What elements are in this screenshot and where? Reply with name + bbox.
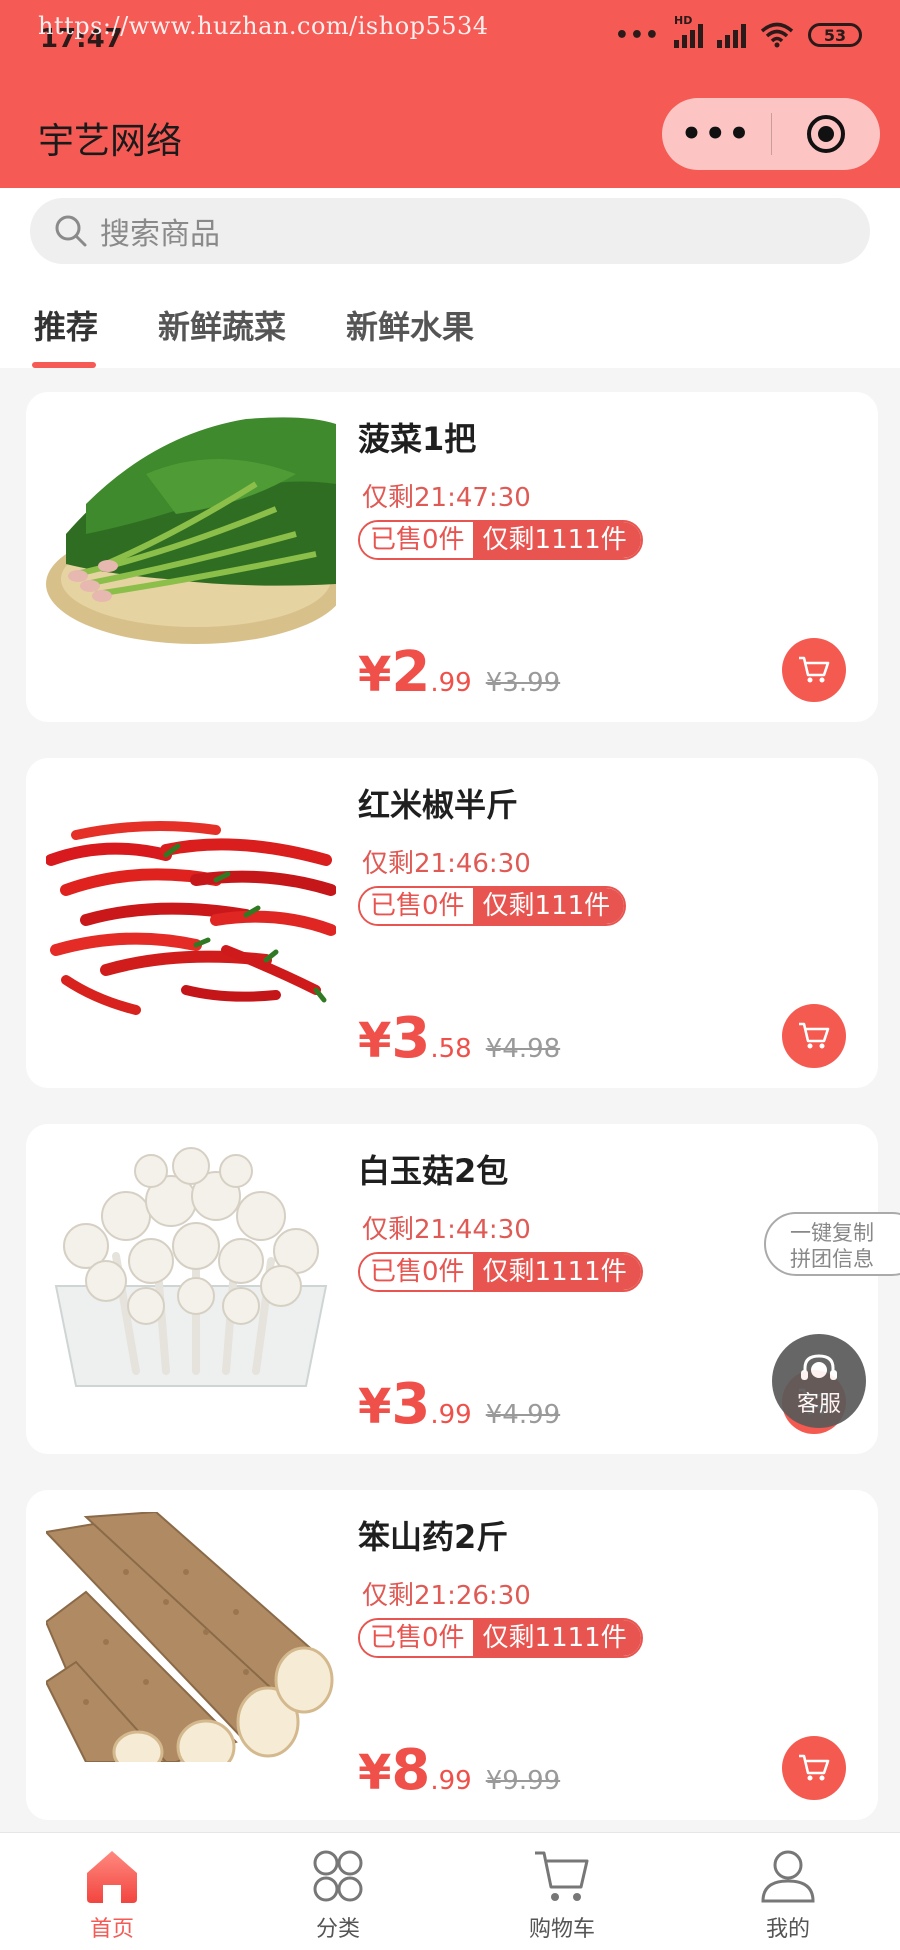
price-decimal: .99 [430,1400,472,1430]
tab-fruits[interactable]: 新鲜水果 [346,302,474,348]
tab-recommend[interactable]: 推荐 [34,302,98,348]
wifi-icon [760,22,794,48]
product-name[interactable]: 红米椒半斤 [358,780,518,826]
price-currency: ¥ [358,1745,392,1801]
product-image-chili[interactable] [46,780,336,1030]
cart-icon [535,1851,589,1901]
original-price: ¥4.98 [485,1034,561,1064]
stock-remaining: 仅剩1111件 [472,1620,641,1656]
nav-category-label: 分类 [315,1917,360,1942]
sold-count: 已售0件 [360,888,473,924]
price: ¥ 8 .99 ¥9.99 [358,1738,560,1803]
home-icon [87,1851,137,1903]
stock-remaining: 仅剩111件 [472,888,625,924]
cart-icon [799,1754,830,1781]
price: ¥ 2 .99 ¥3.99 [358,640,560,705]
product-image-spinach[interactable] [46,414,336,664]
sales-tags: 已售0件 仅剩1111件 [358,520,643,560]
sales-tags: 已售0件 仅剩1111件 [358,1618,643,1658]
service-label: 客服 [796,1392,841,1417]
sold-count: 已售0件 [360,1620,473,1656]
search-icon [55,215,87,247]
sales-tags: 已售0件 仅剩111件 [358,886,627,926]
watermark: https://www.huzhan.com/ishop5534 [38,12,489,40]
price-currency: ¥ [358,647,392,703]
countdown-timer: 仅剩21:26:30 [362,1581,531,1611]
header: 17:47 https://www.huzhan.com/ishop5534 •… [0,0,900,188]
product-image-yam[interactable] [46,1512,336,1762]
close-button[interactable] [772,113,881,155]
search-input[interactable]: 搜索商品 [30,198,870,264]
search-section: 搜索商品 推荐 新鲜蔬菜 新鲜水果 [0,188,900,368]
miniprogram-capsule: ••• [662,98,880,170]
countdown-timer: 仅剩21:47:30 [362,483,531,513]
sold-count: 已售0件 [360,522,473,558]
category-icon [313,1850,363,1902]
product-card[interactable]: 菠菜1把 仅剩21:47:30 已售0件 仅剩1111件 ¥ 2 .99 ¥3.… [26,392,878,722]
product-name[interactable]: 白玉菇2包 [358,1146,508,1192]
more-dots-icon: ••• [614,22,660,48]
product-image-mushroom[interactable] [46,1146,336,1396]
battery-icon: 53 [808,23,862,47]
cart-icon [799,1022,830,1049]
countdown-timer: 仅剩21:46:30 [362,849,531,879]
price-decimal: .99 [430,1766,472,1796]
status-icons: ••• HD 53 [614,14,862,48]
product-card[interactable]: 白玉菇2包 仅剩21:44:30 已售0件 仅剩1111件 ¥ 3 .99 ¥4… [26,1124,878,1454]
headset-icon [801,1354,837,1380]
cart-icon [799,656,830,683]
add-to-cart-button[interactable] [782,638,846,702]
sales-tags: 已售0件 仅剩1111件 [358,1252,643,1292]
network-label: HD [674,14,693,27]
original-price: ¥4.99 [485,1400,561,1430]
copy-group-info-button[interactable]: 一键复制 拼团信息 [764,1212,900,1276]
customer-service-button[interactable]: 客服 [772,1334,866,1428]
search-placeholder: 搜索商品 [100,217,220,252]
original-price: ¥9.99 [485,1766,561,1796]
stock-remaining: 仅剩1111件 [472,1254,641,1290]
copy-line-2: 拼团信息 [790,1247,874,1271]
app-title: 宇艺网络 [38,121,183,162]
product-name[interactable]: 菠菜1把 [358,414,476,460]
original-price: ¥3.99 [485,668,561,698]
nav-home-label: 首页 [89,1917,134,1942]
price-integer: 3 [391,1006,431,1071]
target-icon [806,115,845,153]
signal-icon: HD [674,14,703,48]
category-tabs: 推荐 新鲜蔬菜 新鲜水果 [0,302,900,368]
tab-active-indicator [32,362,96,368]
add-to-cart-button[interactable] [782,1004,846,1068]
price: ¥ 3 .58 ¥4.98 [358,1006,560,1071]
price-currency: ¥ [358,1379,392,1435]
copy-line-1: 一键复制 [790,1221,874,1245]
nav-cart[interactable]: 购物车 [492,1847,632,1943]
sold-count: 已售0件 [360,1254,473,1290]
user-icon [761,1850,815,1903]
price-decimal: .58 [430,1034,472,1064]
price-integer: 3 [391,1372,431,1437]
product-name[interactable]: 笨山药2斤 [358,1512,508,1558]
price-integer: 2 [391,640,431,705]
nav-profile-label: 我的 [765,1917,810,1942]
nav-profile[interactable]: 我的 [718,1847,858,1943]
signal-icon [717,22,746,48]
add-to-cart-button[interactable] [782,1736,846,1800]
product-card[interactable]: 红米椒半斤 仅剩21:46:30 已售0件 仅剩111件 ¥ 3 .58 ¥4.… [26,758,878,1088]
nav-cart-label: 购物车 [528,1917,595,1942]
price-currency: ¥ [358,1013,392,1069]
stock-remaining: 仅剩1111件 [472,522,641,558]
countdown-timer: 仅剩21:44:30 [362,1215,531,1245]
bottom-nav: 首页 分类 购物车 我的 [0,1832,900,1950]
nav-category[interactable]: 分类 [268,1847,408,1943]
product-card[interactable]: 笨山药2斤 仅剩21:26:30 已售0件 仅剩1111件 ¥ 8 .99 ¥9… [26,1490,878,1820]
price-integer: 8 [391,1738,431,1803]
nav-home[interactable]: 首页 [42,1847,182,1943]
price: ¥ 3 .99 ¥4.99 [358,1372,560,1437]
price-decimal: .99 [430,668,472,698]
more-button[interactable]: ••• [662,98,771,170]
tab-vegetables[interactable]: 新鲜蔬菜 [158,302,286,348]
